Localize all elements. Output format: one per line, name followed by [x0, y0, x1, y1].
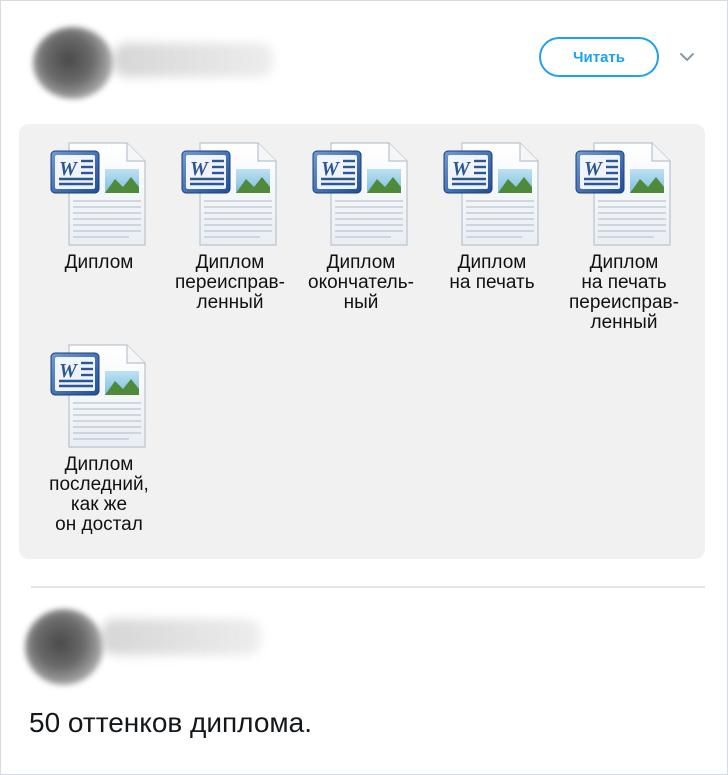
- file-item: Диплом переисправ- ленный: [165, 139, 295, 313]
- divider: [31, 586, 705, 588]
- author-avatar[interactable]: [33, 27, 113, 99]
- file-item: Диплом последний, как же он достал: [34, 341, 164, 535]
- file-item: Диплом: [34, 139, 164, 273]
- word-document-icon: [311, 139, 411, 247]
- word-document-icon: [442, 139, 542, 247]
- chevron-down-icon[interactable]: [675, 45, 699, 69]
- reply-author-avatar[interactable]: [25, 609, 103, 685]
- reply-text: 50 оттенков диплома.: [29, 707, 313, 738]
- file-item: Диплом окончатель- ный: [296, 139, 426, 313]
- follow-button[interactable]: Читать: [539, 37, 659, 77]
- file-item: Диплом на печать переисправ- ленный: [559, 139, 689, 333]
- word-document-icon: [180, 139, 280, 247]
- file-label: Диплом на печать переисправ- ленный: [569, 252, 679, 333]
- author-name-redacted[interactable]: [113, 43, 273, 77]
- file-item: Диплом на печать: [427, 139, 557, 293]
- word-document-icon: [49, 341, 149, 449]
- file-label: Диплом окончатель- ный: [308, 252, 414, 313]
- file-label: Диплом на печать: [449, 252, 535, 293]
- word-document-icon: [49, 139, 149, 247]
- attached-image-file-list[interactable]: Диплом Диплом переисправ- ленный Диплом …: [19, 124, 705, 559]
- reply-author-name-redacted[interactable]: [101, 619, 261, 655]
- file-label: Диплом переисправ- ленный: [175, 252, 285, 313]
- file-label: Диплом последний, как же он достал: [49, 454, 149, 535]
- tweet-card: Читать Диплом Диплом переисправ- ленный …: [0, 0, 728, 775]
- file-label: Диплом: [64, 252, 134, 273]
- word-document-icon: [574, 139, 674, 247]
